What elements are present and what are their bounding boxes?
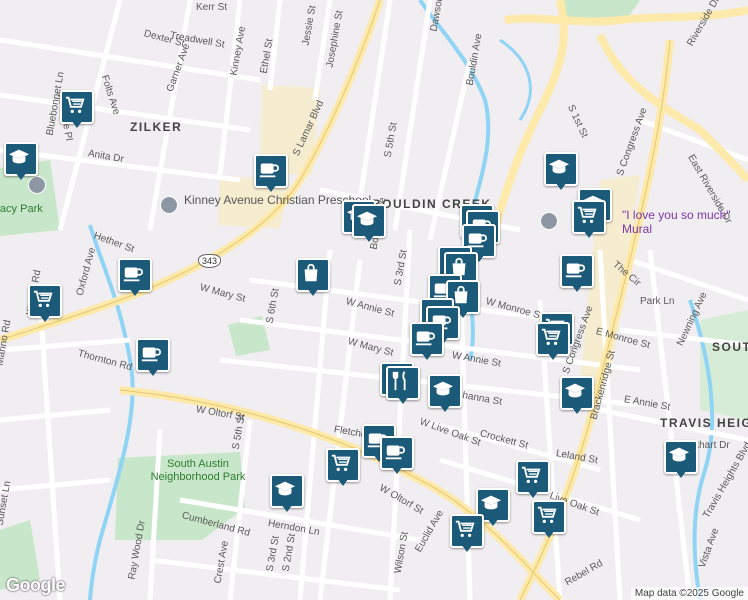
mural-poi-icon[interactable] [540,212,558,230]
grocery-cart-icon [331,454,351,472]
map-canvas[interactable]: ZILKER BOULDIN CREEK TRAVIS HEIGHTS SOUT… [0,0,748,600]
graduation-cap-icon [668,447,690,462]
map-pin-grocery-cart[interactable] [516,460,550,500]
graduation-cap-icon [564,383,586,398]
grocery-cart-icon [577,206,597,224]
map-pin-shopping-bag[interactable] [296,258,330,298]
highway-shield: 343 [198,254,222,268]
grocery-cart-icon [65,96,85,114]
grocery-cart-icon [541,328,561,346]
grocery-cart-icon [537,506,557,524]
coffee-cup-icon [141,347,162,362]
map-pin-graduation-cap[interactable] [664,440,698,480]
shopping-bag-icon [304,263,318,282]
map-pin-graduation-cap[interactable] [428,374,462,414]
map-pin-coffee-cup[interactable] [380,436,414,476]
map-pin-graduation-cap[interactable] [560,376,594,416]
map-pin-coffee-cup[interactable] [254,154,288,194]
google-logo[interactable]: Google [6,575,66,596]
neighborhood-label: TRAVIS HEIGHTS [660,416,748,430]
school-poi-icon[interactable] [160,196,178,214]
map-pin-graduation-cap[interactable] [4,142,38,182]
graduation-cap-icon [432,381,454,396]
street-label: Kerr St [196,2,228,13]
park-label[interactable]: South Austin Neighborhood Park [148,458,248,484]
restaurant-icon [392,371,406,391]
map-pin-graduation-cap[interactable] [270,474,304,514]
creek-branch [499,38,532,121]
map-pin-coffee-cup[interactable] [136,338,170,378]
map-pin-grocery-cart[interactable] [572,200,606,240]
park-label[interactable]: Little Stacy Park [0,203,44,216]
graduation-cap-icon [8,149,30,164]
map-pin-coffee-cup[interactable] [560,254,594,294]
graduation-cap-icon [274,481,296,496]
graduation-cap-icon [356,211,378,226]
map-pin-grocery-cart[interactable] [536,322,570,362]
coffee-cup-icon [385,445,406,460]
map-pin-graduation-cap[interactable] [352,204,386,244]
neighborhood-label: ZILKER [130,120,183,134]
coffee-cup-icon [415,331,436,346]
coffee-cup-icon [565,263,586,278]
graduation-cap-icon [548,159,570,174]
coffee-cup-icon [123,267,144,282]
map-pin-restaurant[interactable] [386,366,420,406]
grocery-cart-icon [455,520,475,538]
map-pin-grocery-cart[interactable] [28,284,62,324]
coffee-cup-icon [259,163,280,178]
major-road-outlines [0,0,671,600]
neighborhood-label: SOUTH RIVER [712,340,748,354]
map-pin-coffee-cup[interactable] [118,258,152,298]
street-label: Park Ln [640,296,675,307]
map-pin-grocery-cart[interactable] [532,500,566,540]
map-pin-grocery-cart[interactable] [60,90,94,130]
grocery-cart-icon [33,290,53,308]
map-attribution[interactable]: Map data ©2025 Google [630,587,748,600]
map-pin-graduation-cap[interactable] [544,152,578,192]
graduation-cap-icon [480,495,502,510]
map-pin-grocery-cart[interactable] [450,514,484,554]
grocery-cart-icon [521,466,541,484]
map-pin-coffee-cup[interactable] [410,322,444,362]
map-pin-grocery-cart[interactable] [326,448,360,488]
